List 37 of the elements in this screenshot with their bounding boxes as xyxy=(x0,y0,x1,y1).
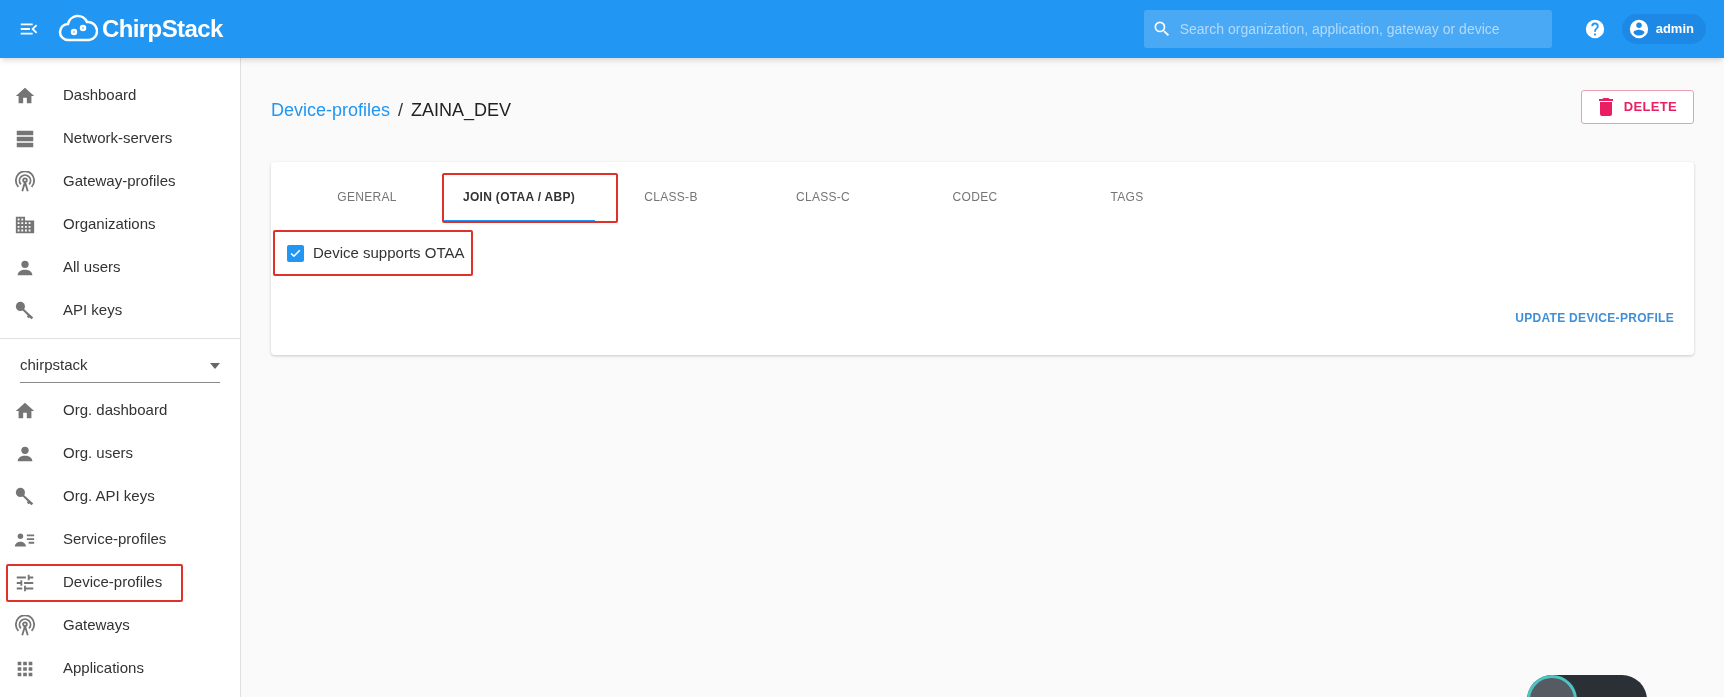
delete-button[interactable]: DELETE xyxy=(1580,90,1694,124)
tab[interactable]: JOIN (OTAA / ABP) xyxy=(443,174,595,222)
help-icon[interactable] xyxy=(1583,18,1606,40)
breadcrumb-separator: / xyxy=(398,98,404,122)
tab[interactable]: CLASS-B xyxy=(595,174,747,222)
tab[interactable]: CLASS-C xyxy=(747,174,899,222)
sidebar-item[interactable]: Dashboard xyxy=(63,84,137,107)
sidebar-item[interactable]: All users xyxy=(63,256,121,279)
sidebar-item[interactable]: Org. API keys xyxy=(63,485,155,508)
sidebar-item[interactable]: Applications xyxy=(63,657,144,680)
antenna-icon xyxy=(14,614,36,637)
brand-name: ChirpStack xyxy=(102,14,223,44)
tab[interactable]: CODEC xyxy=(899,174,1051,222)
tab[interactable]: GENERAL xyxy=(291,174,443,222)
tab[interactable]: TAGS xyxy=(1051,174,1203,222)
cloud-logo-icon xyxy=(58,14,98,44)
sidebar-item[interactable]: Gateway-profiles xyxy=(63,170,176,193)
sidebar-item[interactable]: Service-profiles xyxy=(63,528,167,551)
account-icon xyxy=(1627,18,1650,40)
checkbox[interactable] xyxy=(287,244,304,262)
checkbox-label: Device supports OTAA xyxy=(313,242,465,263)
organization-select[interactable]: chirpstack xyxy=(20,349,220,383)
sidebar-item[interactable]: Gateways xyxy=(63,614,130,637)
dropdown-caret-icon xyxy=(210,362,220,369)
sidebar-item[interactable]: Org. dashboard xyxy=(63,399,168,422)
key-icon xyxy=(14,485,36,508)
sidebar-item[interactable]: Organizations xyxy=(63,213,156,236)
sidebar-item[interactable]: API keys xyxy=(63,299,123,322)
sidebar-item[interactable]: Device-profiles xyxy=(63,571,163,594)
sidebar-item[interactable]: Network-servers xyxy=(63,127,173,150)
antenna-icon xyxy=(14,170,36,193)
sidebar-item[interactable]: Org. users xyxy=(63,442,134,465)
trash-icon xyxy=(1597,98,1614,116)
user-chip[interactable]: admin xyxy=(1621,14,1706,44)
breadcrumb-current: ZAINA_DEV xyxy=(411,98,512,123)
search-field[interactable]: Search organization, application, gateway or device xyxy=(1143,10,1552,48)
key-icon xyxy=(14,299,36,322)
